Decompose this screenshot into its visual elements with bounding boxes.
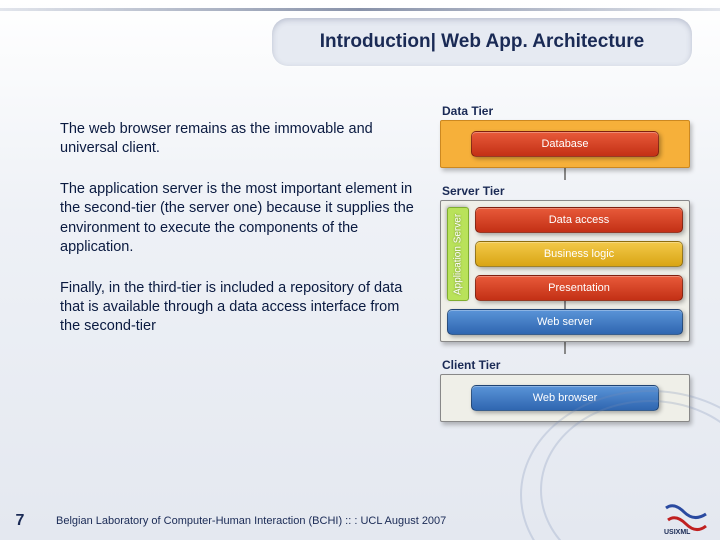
connector [564,342,566,354]
paragraph-2: The application server is the most impor… [60,180,420,257]
connector [564,168,566,180]
architecture-diagram: Data Tier Database Server Tier Applicati… [440,100,690,422]
data-tier-box: Database [440,120,690,168]
database-block: Database [471,131,659,157]
paragraph-3: Finally, in the third-tier is included a… [60,279,420,336]
web-server-block: Web server [447,309,683,335]
usixml-logo-icon: USIXML [662,500,710,536]
application-server-strip: Application Server [447,207,469,301]
client-tier-label: Client Tier [442,358,690,372]
client-tier-box: Web browser [440,374,690,422]
slide-title-text: Introduction| Web App. Architecture [320,31,644,53]
footer-text: Belgian Laboratory of Computer-Human Int… [40,515,720,527]
footer: 7 Belgian Laboratory of Computer-Human I… [0,512,720,530]
connector [564,301,566,309]
server-tier-box: Application Server Data access Business … [440,200,690,342]
web-browser-block: Web browser [471,385,659,411]
data-access-block: Data access [475,207,683,233]
top-divider [0,8,720,11]
server-tier-label: Server Tier [442,184,690,198]
business-logic-block: Business logic [475,241,683,267]
slide: Introduction| Web App. Architecture The … [0,0,720,540]
data-tier-label: Data Tier [442,104,690,118]
presentation-block: Presentation [475,275,683,301]
svg-text:USIXML: USIXML [664,529,691,536]
paragraph-1: The web browser remains as the immovable… [60,120,420,158]
body-text: The web browser remains as the immovable… [60,120,420,358]
page-number: 7 [0,512,40,530]
slide-title: Introduction| Web App. Architecture [272,18,692,66]
